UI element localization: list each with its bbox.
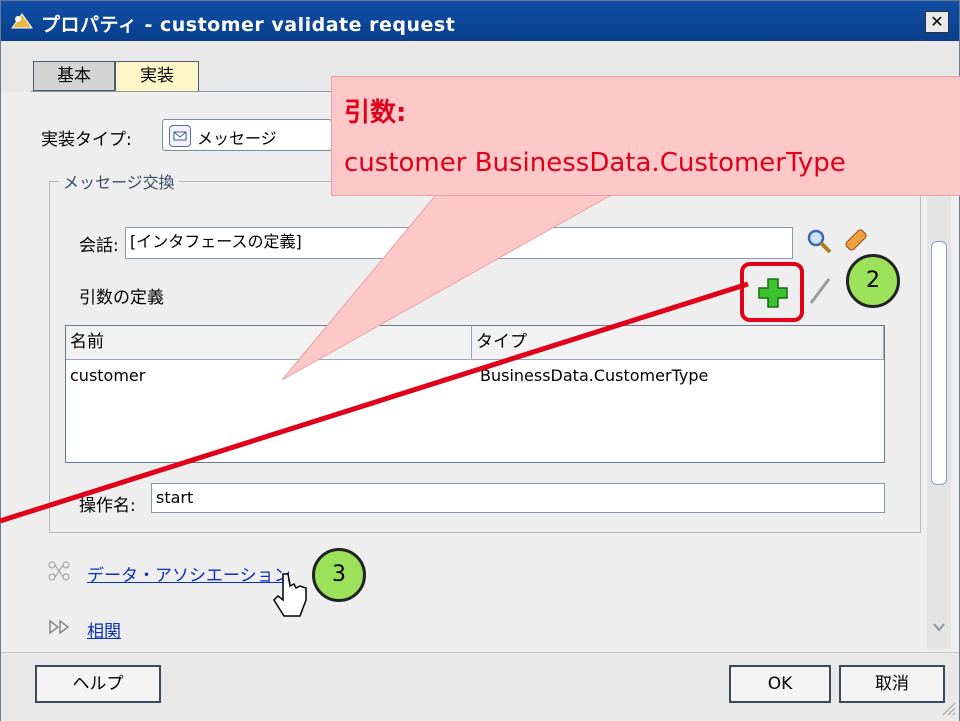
callout-title: 引数: [344, 98, 407, 128]
step-3-marker: 3 [312, 548, 366, 602]
cursor-hand-icon [273, 573, 307, 617]
step-2-marker: 2 [846, 254, 900, 308]
callout-text: customer BusinessData.CustomerType [344, 148, 846, 178]
callout-pointer [281, 189, 622, 381]
arguments-callout [331, 76, 960, 196]
add-button-highlight [740, 262, 804, 322]
